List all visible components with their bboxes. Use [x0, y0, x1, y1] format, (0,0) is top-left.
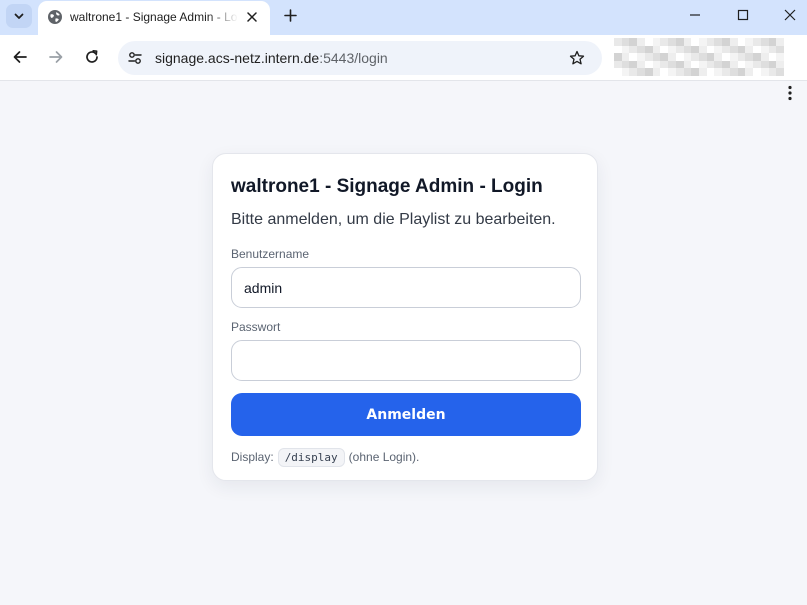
bookmark-button[interactable]: [568, 49, 586, 67]
display-footnote: Display: /display (ohne Login).: [231, 447, 419, 467]
minimize-icon: [690, 14, 700, 16]
browser-menu-button[interactable]: [782, 82, 798, 104]
password-field[interactable]: [231, 340, 581, 381]
globe-icon: [48, 10, 62, 24]
login-card: waltrone1 - Signage Admin - Login Bitte …: [212, 153, 598, 481]
page-subtitle: Bitte anmelden, um die Playlist zu bearb…: [231, 211, 556, 228]
maximize-icon: [737, 9, 749, 21]
username-label: Benutzername: [231, 247, 310, 261]
address-bar[interactable]: signage.acs-netz.intern.de:5443/login: [118, 41, 602, 75]
url-path: :5443/login: [319, 50, 388, 66]
arrow-left-icon: [13, 51, 27, 63]
maximize-button[interactable]: [733, 5, 753, 25]
username-field[interactable]: [231, 267, 581, 308]
reload-button[interactable]: [82, 47, 102, 67]
close-icon: [784, 9, 796, 21]
tune-icon: [128, 52, 142, 64]
chevron-down-icon: [14, 13, 24, 19]
new-tab-button[interactable]: [280, 5, 300, 25]
password-label: Passwort: [231, 320, 281, 334]
back-button[interactable]: [10, 47, 30, 67]
reload-icon: [86, 49, 98, 63]
display-path-code: /display: [277, 447, 345, 467]
active-tab[interactable]: waltrone1 - Signage Admin - Login: [38, 1, 270, 35]
star-icon: [569, 50, 585, 65]
page-title: waltrone1 - Signage Admin - Login: [231, 176, 543, 197]
tab-title: waltrone1 - Signage Admin - Login: [70, 10, 238, 24]
extensions-pixelated-area: [614, 38, 784, 76]
close-icon: [247, 12, 257, 22]
url-host: signage.acs-netz.intern.de: [155, 50, 320, 66]
footnote-suffix: (ohne Login).: [348, 450, 420, 464]
arrow-right-icon: [49, 51, 63, 63]
site-info-button[interactable]: [126, 49, 144, 67]
tab-strip: waltrone1 - Signage Admin - Login: [0, 0, 807, 35]
url-text[interactable]: signage.acs-netz.intern.de:5443/login: [155, 50, 388, 66]
plus-icon: [283, 8, 297, 22]
minimize-button[interactable]: [685, 5, 705, 25]
footnote-prefix: Display:: [231, 450, 274, 464]
login-button[interactable]: Anmelden: [231, 393, 581, 436]
tab-search-button[interactable]: [6, 4, 32, 28]
tab-close-button[interactable]: [244, 9, 260, 25]
forward-button[interactable]: [46, 47, 66, 67]
window-close-button[interactable]: [780, 5, 800, 25]
kebab-icon: [788, 85, 792, 101]
